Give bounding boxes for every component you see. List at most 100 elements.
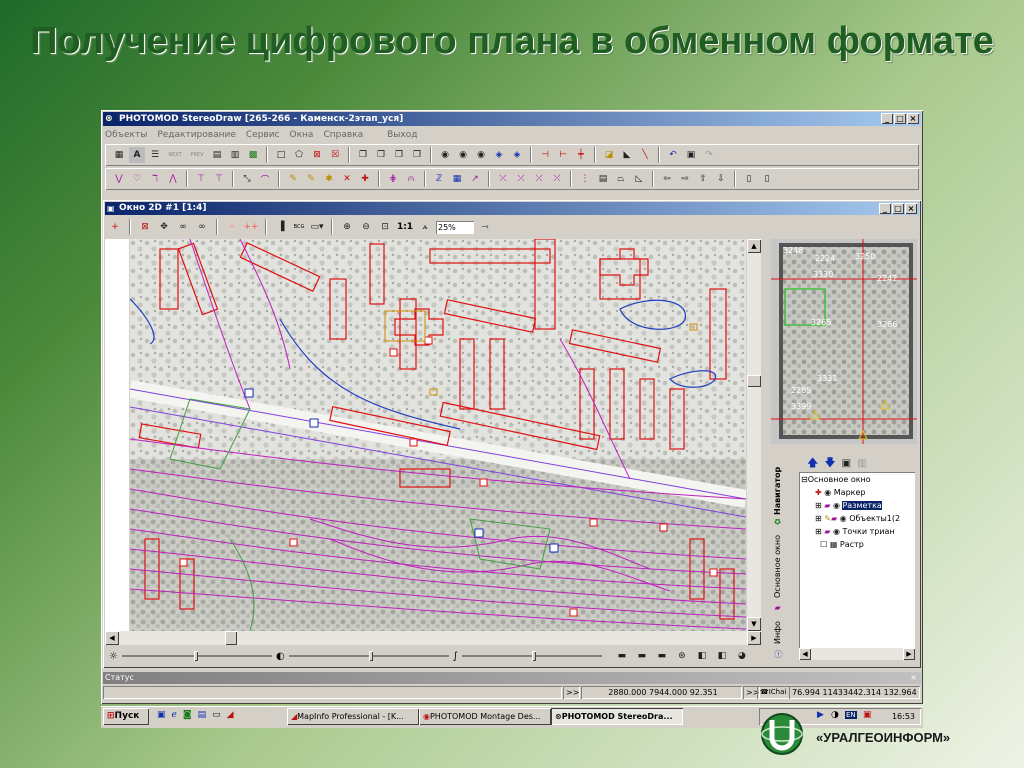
clipboard-icon[interactable]: ▤ [595,171,611,187]
reset-icon[interactable]: ◕ [734,648,750,664]
scroll-left-button[interactable]: ◀ [105,631,119,645]
pan-icon[interactable]: ✥ [156,219,172,235]
split-icon[interactable]: ◧ [694,648,710,664]
mode-icon[interactable]: ▬ [614,648,630,664]
tree-item-triangulation[interactable]: ⊞ ▰ ◉ Точки триан [815,526,895,537]
gauge-icon[interactable]: ⤙ [477,219,493,235]
scroll-right-button[interactable]: ▶ [747,631,761,645]
lz-icon[interactable]: ℤ [431,171,447,187]
3d-alt-icon[interactable]: ⤫ [531,171,547,187]
close-button[interactable]: × [907,113,919,124]
trapezoid-icon[interactable]: ⏢ [613,171,629,187]
move-left-icon[interactable]: ⇦ [659,171,675,187]
tree-item-raster[interactable]: ☐ ▦ Растр [815,539,864,550]
text-icon[interactable]: A [129,147,145,163]
stereo-glasses-alt-icon[interactable]: ∞ [194,219,210,235]
arrow-up-right-icon[interactable]: ↗ [467,171,483,187]
square-icon[interactable]: □ [273,147,289,163]
menu-help[interactable]: Справка [323,128,363,142]
angle-icon[interactable]: ◣ [619,147,635,163]
delete-frame-icon[interactable]: ⊠ [309,147,325,163]
minimize-button[interactable]: _ [881,113,893,124]
polygon-icon[interactable]: ⬠ [291,147,307,163]
zoom-fit-icon[interactable]: ⊡ [377,219,393,235]
task-montage[interactable]: ◉PHOTOMOD Montage Des... [419,708,551,725]
dots-icon[interactable]: ⋮ [577,171,593,187]
hscroll-thumb[interactable] [225,631,237,645]
cursor-alt-icon[interactable]: ++ [243,219,259,235]
copy-icon[interactable]: ❐ [355,147,371,163]
tree-item-markup[interactable]: ⊞ ▰ ◉ Разметка [815,500,882,511]
cross-plus-icon[interactable]: ✚ [357,171,373,187]
eye-layer-icon[interactable]: ◉ [473,147,489,163]
child-close-button[interactable]: × [905,203,917,214]
vertex-v-icon[interactable]: ⋁ [111,171,127,187]
mode-3-icon[interactable]: ▬ [654,648,670,664]
vertex-split-icon[interactable]: ℸ [147,171,163,187]
tree-item-marker[interactable]: ✚ ◉ Маркер [815,487,866,498]
star-icon[interactable]: ✱ [321,171,337,187]
scroll-down-button[interactable]: ▼ [747,617,761,631]
layer-edit-icon[interactable]: ▥ [227,147,243,163]
tree-item-objects[interactable]: ⊞ ✎▰ ◉ Объекты1(2 [815,513,900,524]
tab-info[interactable]: Инфо [773,620,789,646]
vscroll-thumb[interactable] [747,375,761,387]
image-icon[interactable]: ▩ [245,147,261,163]
2d-icon[interactable]: ⤫ [513,171,529,187]
task-stereodraw[interactable]: ⊗PHOTOMOD StereoDra... [551,708,683,725]
child-maximize-button[interactable]: □ [892,203,904,214]
gamma-knob[interactable] [531,651,536,661]
child-minimize-button[interactable]: _ [879,203,891,214]
vertex-heart-icon[interactable]: ♡ [129,171,145,187]
scroll-up-button[interactable]: ▲ [747,239,761,253]
zoom-out-icon[interactable]: ⊖ [358,219,374,235]
explorer-icon[interactable]: ▤ [198,710,207,720]
mode-alt-icon[interactable]: ▬ [634,648,650,664]
tab-main-window[interactable]: Основное окно [773,532,789,602]
eye-plus-icon[interactable]: ◉ [455,147,471,163]
redo-icon[interactable]: ↷ [701,147,717,163]
scale-1to1-button[interactable]: 1:1 [396,219,414,235]
trash-icon[interactable]: ▥ [857,458,866,469]
paste-icon[interactable]: ❐ [373,147,389,163]
map-view[interactable] [130,239,746,631]
eye-icon[interactable]: ◉ [437,147,453,163]
slope-icon[interactable]: ◺ [631,171,647,187]
language-indicator[interactable]: EN [845,711,857,719]
tree-root[interactable]: ⊟Основное окно [801,474,871,485]
table-icon[interactable]: ▦ [111,147,127,163]
stereo-glasses-icon[interactable]: ∞ [175,219,191,235]
status-close-icon[interactable]: × [910,672,917,684]
hash-icon[interactable]: ⋕ [385,171,401,187]
document-icon[interactable]: ▣ [683,147,699,163]
snap-alt-icon[interactable]: ⊤ [211,171,227,187]
merge-icon[interactable]: ❐ [409,147,425,163]
close-shape-icon[interactable]: ⌒ [257,171,273,187]
maximize-button[interactable]: □ [894,113,906,124]
app-titlebar[interactable]: ⊗ PHOTOMOD StereoDraw [265-266 - Каменск… [103,112,921,126]
zoom-ab-icon[interactable]: ꭺ [417,219,433,235]
wheel-icon[interactable]: ⊛ [674,648,690,664]
2d-alt-icon[interactable]: ⤫ [549,171,565,187]
move-up-icon[interactable]: ⇧ [695,171,711,187]
menu-service[interactable]: Сервис [246,128,280,142]
map-horizontal-scrollbar[interactable]: ◀ ▶ [105,631,761,645]
contrast-knob[interactable] [368,651,373,661]
ruler-icon[interactable]: ┿ [573,147,589,163]
contrast-icon[interactable]: ▐ [273,219,289,235]
menu-exit[interactable]: Выход [387,128,417,142]
undo-icon[interactable]: ↶ [665,147,681,163]
gamma-slider[interactable] [461,651,602,661]
brightness-knob[interactable] [193,651,198,661]
layout-icon[interactable]: ▭▾ [309,219,325,235]
move-right-icon[interactable]: ⇨ [677,171,693,187]
desktop-icon[interactable]: ▣ [157,710,166,720]
start-button[interactable]: ⊞Пуск [103,708,149,725]
delete-icon[interactable]: ☒ [327,147,343,163]
cross-icon[interactable]: ✕ [339,171,355,187]
layer-icon[interactable]: ▤ [209,147,225,163]
zoom-input[interactable]: 25% [436,220,474,234]
move-down-arrow-icon[interactable]: 🡇 [824,454,835,473]
move-up-arrow-icon[interactable]: 🡅 [807,454,818,473]
moon-icon[interactable]: ◑ [831,710,839,720]
